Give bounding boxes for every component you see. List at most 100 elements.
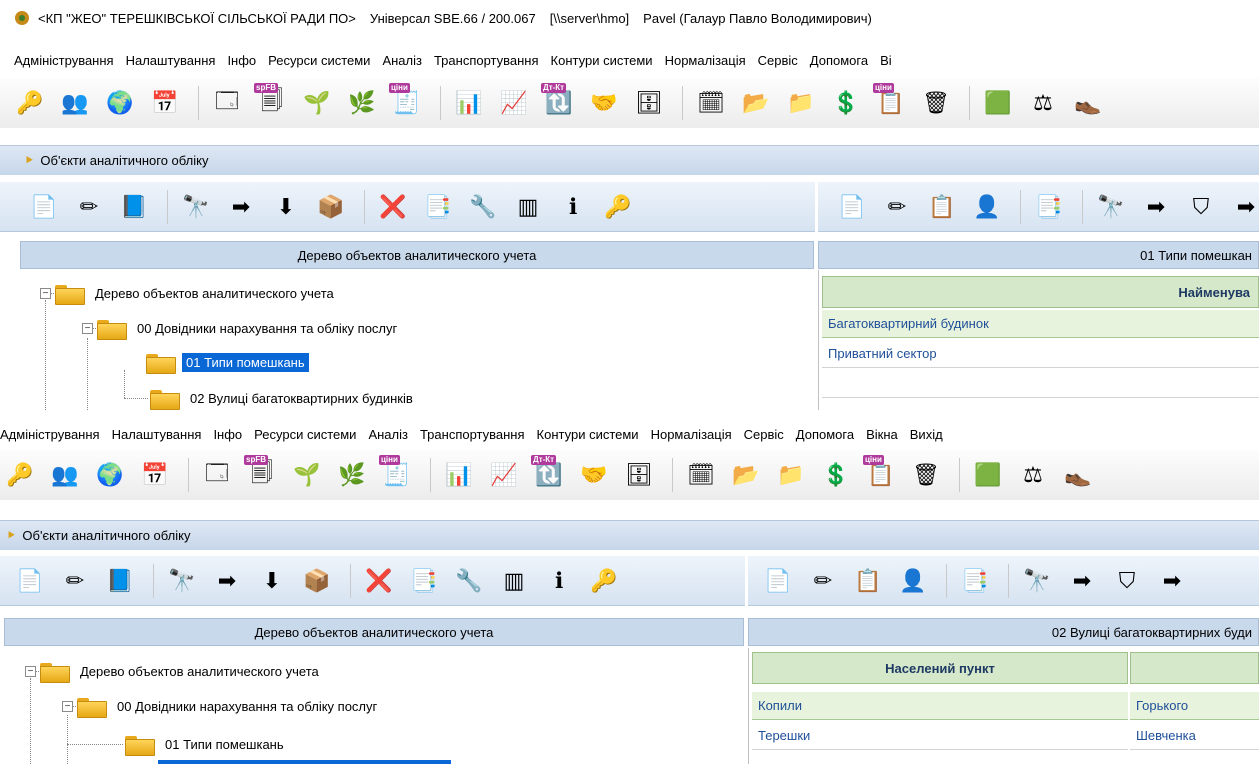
tree-node-room-types[interactable]: 01 Типи помешкань	[146, 350, 309, 374]
table-cell[interactable]: Копили	[752, 692, 1128, 720]
binoculars-icon[interactable]: 🔭	[1017, 561, 1057, 601]
download-doc-icon[interactable]: ⬇	[266, 187, 306, 227]
form-settings-icon[interactable]: 🗔	[207, 83, 247, 123]
copy-doc-icon[interactable]: 📑	[404, 561, 444, 601]
add-doc-icon[interactable]: 📄	[758, 561, 798, 601]
trash-bin-icon[interactable]: 🗑	[916, 83, 956, 123]
cube-icon[interactable]: 🟩	[968, 455, 1008, 495]
find-next-icon[interactable]: ➡	[1136, 187, 1176, 227]
trash-bin-icon[interactable]: 🗑	[906, 455, 946, 495]
columns-icon[interactable]: ▥	[494, 561, 534, 601]
tree-edit-icon[interactable]: 🌿	[342, 83, 382, 123]
scales-icon[interactable]: ⚖	[1023, 83, 1063, 123]
copy-doc-icon[interactable]: 📑	[418, 187, 458, 227]
menu-item[interactable]: Інфо	[227, 53, 256, 68]
table-cell[interactable]: Терешки	[752, 722, 1128, 750]
filter-icon[interactable]: ⛉	[1107, 561, 1147, 601]
menu-item[interactable]: Транспортування	[420, 427, 525, 442]
column-header-settlement[interactable]: Населений пункт	[752, 652, 1128, 684]
user-refresh-icon[interactable]: 👤	[893, 561, 933, 601]
handshake-icon[interactable]: 🤝	[574, 455, 614, 495]
add-doc-icon[interactable]: 📄	[24, 187, 64, 227]
table-refresh-icon[interactable]: 📈	[484, 455, 524, 495]
add-copy-icon[interactable]: 📋	[848, 561, 888, 601]
calendar-icon[interactable]: 📅	[135, 455, 175, 495]
folder-edit-icon[interactable]: 📁	[771, 455, 811, 495]
find-next-2-icon[interactable]: ➡	[1152, 561, 1192, 601]
menu-item[interactable]: Сервіс	[744, 427, 784, 442]
folder-tree-icon[interactable]: 📂	[736, 83, 776, 123]
collapse-icon[interactable]: −	[25, 665, 36, 677]
menu-item[interactable]: Інфо	[213, 427, 242, 442]
tree-node-room-types-2[interactable]: 01 Типи помешкань	[125, 732, 288, 756]
cube-icon[interactable]: 🟩	[978, 83, 1018, 123]
tools-check-icon[interactable]: 🔧	[449, 561, 489, 601]
menu-item[interactable]: Аналіз	[382, 53, 422, 68]
menu-item[interactable]: Адміністрування	[0, 427, 100, 442]
menu-item[interactable]: Допомога	[796, 427, 854, 442]
tree-node-root[interactable]: − Дерево объектов аналитического учета	[40, 281, 338, 305]
collapse-icon[interactable]: −	[40, 287, 51, 299]
tools-check-icon[interactable]: 🔧	[463, 187, 503, 227]
folder-tree-icon[interactable]: 📂	[726, 455, 766, 495]
debit-credit-icon[interactable]: 🔃 Дт-Кт	[539, 83, 579, 123]
table-cell[interactable]: Шевченка	[1130, 722, 1259, 750]
users-icon[interactable]: 👥	[45, 455, 85, 495]
key-icon[interactable]: 🔑	[584, 561, 624, 601]
key-icon[interactable]: 🔑	[10, 83, 50, 123]
menu-item[interactable]: Ві	[880, 53, 892, 68]
scales-icon[interactable]: ⚖	[1013, 455, 1053, 495]
tree-node-directories[interactable]: − 00 Довідники нарахування та обліку пос…	[82, 316, 401, 340]
table-row[interactable]: Багатоквартирний будинок	[822, 310, 1259, 338]
menu-item[interactable]: Транспортування	[434, 53, 539, 68]
copy-doc-icon[interactable]: 📑	[1029, 187, 1069, 227]
info-icon[interactable]: ℹ	[553, 187, 593, 227]
price-list-icon[interactable]: 📋 ціни	[871, 83, 911, 123]
delete-doc-icon[interactable]: ❌	[359, 561, 399, 601]
columns-icon[interactable]: ▥	[508, 187, 548, 227]
menu-item[interactable]: Вікна	[866, 427, 898, 442]
menu-item[interactable]: Допомога	[810, 53, 868, 68]
shoe-icon[interactable]: 👞	[1068, 83, 1108, 123]
key-icon[interactable]: 🔑	[0, 455, 40, 495]
properties-icon[interactable]: 📘	[114, 187, 154, 227]
edit-pencil-icon[interactable]: ✏	[803, 561, 843, 601]
prices-icon[interactable]: 🧾 ціни	[387, 83, 427, 123]
table-star-icon[interactable]: 🗓	[691, 83, 731, 123]
debit-credit-icon[interactable]: 🔃 Дт-Кт	[529, 455, 569, 495]
menu-item[interactable]: Нормалізація	[665, 53, 746, 68]
tree-person-icon[interactable]: 🌱	[297, 83, 337, 123]
find-next-2-icon[interactable]: ➡	[1226, 187, 1259, 227]
dollar-icon[interactable]: 💲	[826, 83, 866, 123]
menu-item[interactable]: Нормалізація	[651, 427, 732, 442]
menu-item[interactable]: Ресурси системи	[268, 53, 370, 68]
tree-edit-icon[interactable]: 🌿	[332, 455, 372, 495]
boxes-icon[interactable]: 📦	[297, 561, 337, 601]
edit-pencil-icon[interactable]: ✏	[69, 187, 109, 227]
binoculars-icon[interactable]: 🔭	[162, 561, 202, 601]
find-next-icon[interactable]: ➡	[1062, 561, 1102, 601]
handshake-icon[interactable]: 🤝	[584, 83, 624, 123]
add-copy-icon[interactable]: 📋	[922, 187, 962, 227]
table-clock-icon[interactable]: 📊	[449, 83, 489, 123]
edit-pencil-icon[interactable]: ✏	[877, 187, 917, 227]
menu-item[interactable]: Вихід	[910, 427, 943, 442]
globe-icon[interactable]: 🌍	[100, 83, 140, 123]
collapse-icon[interactable]: −	[62, 700, 73, 712]
add-doc-icon[interactable]: 📄	[10, 561, 50, 601]
spfb-form-icon[interactable]: 🗐 spFB	[252, 83, 292, 123]
globe-icon[interactable]: 🌍	[90, 455, 130, 495]
add-doc-icon[interactable]: 📄	[832, 187, 872, 227]
column-header-street[interactable]	[1130, 652, 1259, 684]
shoe-icon[interactable]: 👞	[1058, 455, 1098, 495]
tree-node-directories-2[interactable]: − 00 Довідники нарахування та обліку пос…	[62, 694, 381, 718]
menu-item[interactable]: Адміністрування	[14, 53, 114, 68]
edit-pencil-icon[interactable]: ✏	[55, 561, 95, 601]
form-settings-icon[interactable]: 🗔	[197, 455, 237, 495]
find-next-icon[interactable]: ➡	[221, 187, 261, 227]
folder-edit-icon[interactable]: 📁	[781, 83, 821, 123]
dollar-icon[interactable]: 💲	[816, 455, 856, 495]
menu-item[interactable]: Сервіс	[758, 53, 798, 68]
column-header-name[interactable]: Найменува	[822, 276, 1259, 308]
users-icon[interactable]: 👥	[55, 83, 95, 123]
